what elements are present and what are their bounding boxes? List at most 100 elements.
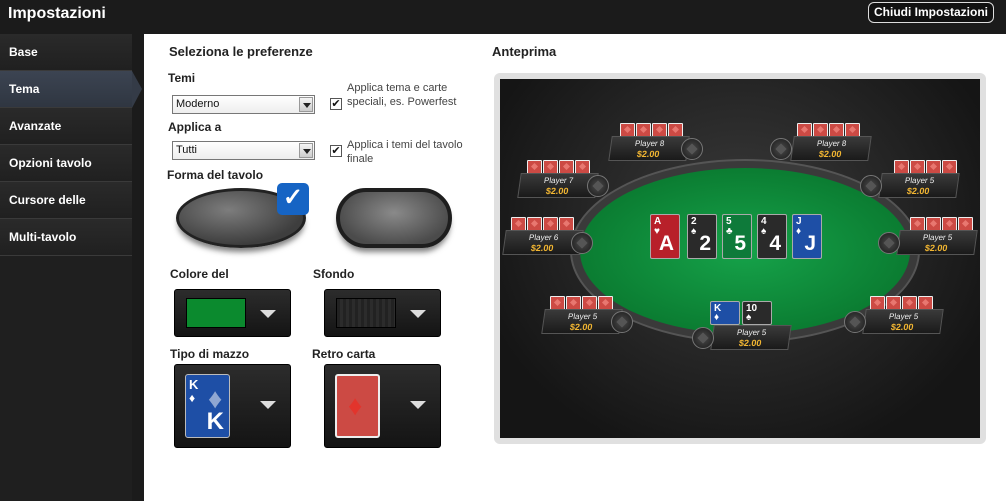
card-back-small <box>527 160 542 174</box>
settings-panel: Seleziona le preferenze Temi Moderno ✔ A… <box>144 34 1006 501</box>
seat-stack: $2.00 <box>890 322 915 332</box>
card-back-small <box>652 123 667 137</box>
card-suit: ♠ <box>691 226 697 237</box>
sidebar: Base Tema Avanzate Opzioni tavolo Cursor… <box>0 34 142 501</box>
seat-chip-icon <box>878 232 900 254</box>
card-suit: ♠ <box>761 226 767 237</box>
sidebar-item-base[interactable]: Base <box>0 34 132 71</box>
seat-chip-icon <box>587 175 609 197</box>
preferences-title: Seleziona le preferenze <box>169 44 313 59</box>
card-back-small <box>910 160 925 174</box>
temi-select[interactable]: Moderno <box>172 95 315 114</box>
deck-preview-card: K ♦ ♦ K <box>185 374 230 438</box>
seat-player-8-left: Player 8 $2.00 <box>608 136 690 161</box>
card-back-small <box>575 160 590 174</box>
app-title: Impostazioni <box>8 5 106 22</box>
card-suit: ♣ <box>726 226 733 237</box>
table-color-picker[interactable] <box>174 289 291 337</box>
applica-select[interactable]: Tutti <box>172 141 315 160</box>
selected-check-icon: ✓ <box>277 183 309 215</box>
card-back-preview: ♦ <box>335 374 380 438</box>
sidebar-item-multi-tavolo[interactable]: Multi-tavolo <box>0 219 132 256</box>
background-picker[interactable] <box>324 289 441 337</box>
card-rank-large: 5 <box>734 232 746 255</box>
card-back-small <box>926 217 941 231</box>
card-back-small <box>942 160 957 174</box>
board-card: 2 ♠ 2 <box>687 214 717 259</box>
card-back-small <box>942 217 957 231</box>
dropdown-arrow-icon <box>260 310 276 318</box>
deck-card-rank-large: K <box>206 408 224 435</box>
sidebar-item-opzioni-tavolo[interactable]: Opzioni tavolo <box>0 145 132 182</box>
temi-label: Temi <box>168 71 196 85</box>
card-back-small <box>543 217 558 231</box>
sidebar-item-cursore-puntate[interactable]: Cursore delle puntate <box>0 182 132 243</box>
card-back-small <box>797 123 812 137</box>
seat-name: Player 5 <box>922 233 954 242</box>
board-card: 4 ♠ 4 <box>757 214 787 259</box>
card-suit: ♠ <box>746 312 752 323</box>
table-preview: A ♥ A 2 ♠ 2 5 ♣ 5 4 ♠ 4 J ♦ J K ♦ 10 ♠ P… <box>494 73 986 444</box>
seat-chip-icon <box>571 232 593 254</box>
card-back-small <box>582 296 597 310</box>
deck-type-picker[interactable]: K ♦ ♦ K <box>174 364 291 448</box>
felt-color-swatch <box>186 298 246 328</box>
card-rank-large: A <box>658 232 674 255</box>
sidebar-item-avanzate[interactable]: Avanzate <box>0 108 132 145</box>
hero-card: K ♦ <box>710 301 740 325</box>
seat-name: Player 8 <box>816 139 848 148</box>
seat-name: Player 5 <box>888 312 920 321</box>
dropdown-arrow-icon <box>410 401 426 409</box>
seat-player-8-right: Player 8 $2.00 <box>790 136 872 161</box>
seat-chip-icon <box>681 138 703 160</box>
preview-title: Anteprima <box>492 44 557 59</box>
card-back-small <box>559 160 574 174</box>
wood-background-swatch <box>336 298 396 328</box>
card-back-small <box>636 123 651 137</box>
board-card: J ♦ J <box>792 214 822 259</box>
seat-stack: $2.00 <box>924 243 949 253</box>
card-back-small <box>550 296 565 310</box>
card-back-small <box>813 123 828 137</box>
card-rank-large: J <box>804 232 816 255</box>
close-settings-button[interactable]: Chiudi Impostazioni <box>868 2 994 23</box>
seat-hero: Player 5 $2.00 <box>710 325 792 350</box>
seat-stack: $2.00 <box>818 149 843 159</box>
seat-stack: $2.00 <box>545 186 570 196</box>
deck-card-suit: ♦ <box>189 391 196 405</box>
sidebar-item-tema[interactable]: Tema <box>0 71 142 108</box>
card-suit: ♦ <box>796 226 802 237</box>
background-label: Sfondo <box>313 267 355 281</box>
card-back-small <box>527 217 542 231</box>
applica-label: Applica a <box>168 120 222 134</box>
card-back-small <box>559 217 574 231</box>
board-card: 5 ♣ 5 <box>722 214 752 259</box>
deck-type-label: Tipo di mazzo <box>170 347 250 361</box>
seat-name: Player 8 <box>634 139 666 148</box>
card-back-small <box>958 217 973 231</box>
board-card: A ♥ A <box>650 214 680 259</box>
dropdown-arrow-icon <box>260 401 276 409</box>
title-bar: Impostazioni Chiudi Impostazioni <box>0 0 1006 30</box>
apply-theme-checkbox[interactable]: ✔ <box>330 98 342 110</box>
card-back-picker[interactable]: ♦ <box>324 364 441 448</box>
card-back-small <box>894 160 909 174</box>
seat-chip-icon <box>844 311 866 333</box>
table-shape-label: Forma del tavolo <box>167 168 264 182</box>
seat-chip-icon <box>611 311 633 333</box>
seat-chip-icon <box>860 175 882 197</box>
card-rank-large: 4 <box>769 232 781 255</box>
card-back-small <box>845 123 860 137</box>
chevron-down-icon <box>299 97 313 112</box>
card-back-small <box>511 217 526 231</box>
card-back-small <box>566 296 581 310</box>
deck-card-rank: K <box>189 377 199 392</box>
card-back-small <box>918 296 933 310</box>
apply-final-table-checkbox[interactable]: ✔ <box>330 145 342 157</box>
card-rank-large: 2 <box>699 232 711 255</box>
card-back-small <box>926 160 941 174</box>
card-back-small <box>829 123 844 137</box>
table-shape-rounded-rect[interactable] <box>336 188 452 248</box>
preview-background: A ♥ A 2 ♠ 2 5 ♣ 5 4 ♠ 4 J ♦ J K ♦ 10 ♠ P… <box>500 79 980 438</box>
seat-name: Player 7 <box>543 176 575 185</box>
